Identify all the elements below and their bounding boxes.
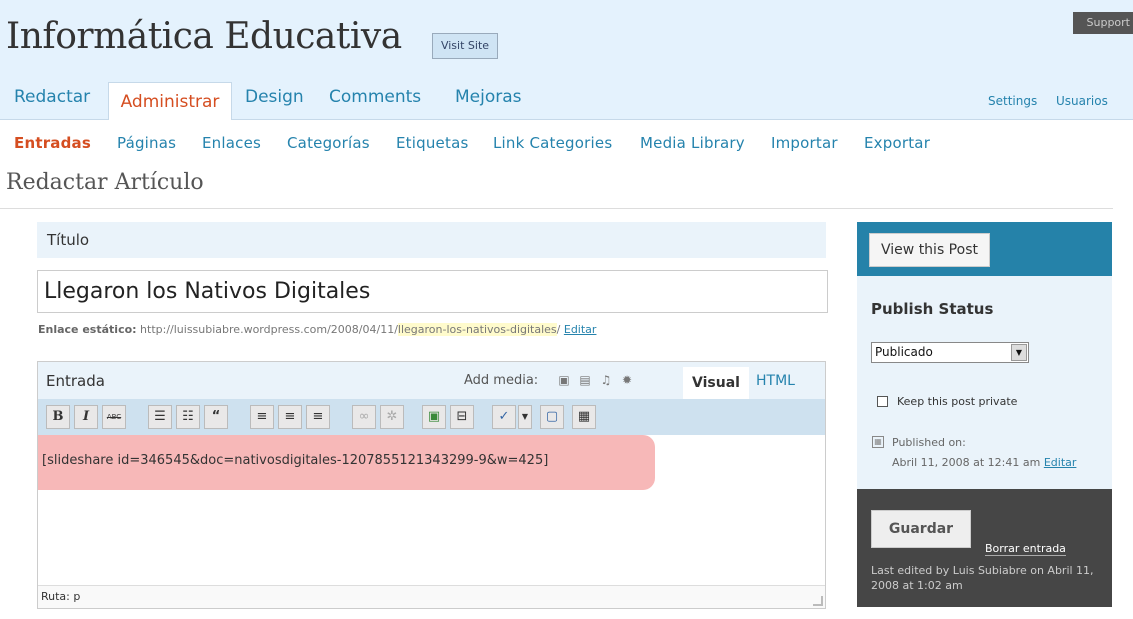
- permalink-edit-link[interactable]: Editar: [564, 323, 597, 336]
- subnav-media-library[interactable]: Media Library: [640, 134, 745, 152]
- subnav-exportar[interactable]: Exportar: [864, 134, 930, 152]
- status-select-value: Publicado: [875, 345, 933, 359]
- editor-text: [slideshare id=346545&doc=nativosdigital…: [42, 453, 549, 468]
- post-title-input[interactable]: Llegaron los Nativos Digitales: [37, 270, 828, 313]
- chevron-down-icon[interactable]: ▼: [518, 405, 532, 429]
- tab-html[interactable]: HTML: [756, 373, 795, 389]
- resize-grip-icon[interactable]: [813, 596, 823, 606]
- tab-design[interactable]: Design: [245, 87, 304, 107]
- link-icon[interactable]: ∞: [352, 405, 376, 429]
- add-image-icon[interactable]: ▣: [558, 374, 570, 386]
- editor-label: Entrada: [46, 372, 105, 390]
- save-button[interactable]: Guardar: [871, 510, 971, 548]
- bold-button[interactable]: B: [46, 405, 70, 429]
- divider: [0, 208, 1113, 209]
- align-left-icon[interactable]: ≡: [250, 405, 274, 429]
- published-on-label: Published on:: [892, 436, 966, 449]
- published-date-value: Abril 11, 2008 at 12:41 am: [892, 456, 1041, 469]
- title-box-header: Título: [37, 222, 826, 258]
- add-media-icon[interactable]: ✹: [621, 374, 633, 386]
- numbered-list-icon[interactable]: ☷: [176, 405, 200, 429]
- editor-content[interactable]: [slideshare id=346545&doc=nativosdigital…: [38, 435, 825, 585]
- tab-visual[interactable]: Visual: [683, 367, 749, 399]
- status-select[interactable]: Publicado ▼: [871, 342, 1029, 363]
- post-editor: Entrada Add media: ▣ ▤ ♫ ✹ Visual HTML B…: [37, 361, 826, 609]
- editor-path-bar: Ruta: p: [38, 585, 825, 608]
- view-post-button[interactable]: View this Post: [869, 233, 990, 267]
- permalink-slug: llegaron-los-nativos-digitales: [397, 323, 557, 336]
- permalink: Enlace estático: http://luissubiabre.wor…: [38, 323, 596, 336]
- published-date: Abril 11, 2008 at 12:41 am Editar: [892, 456, 1076, 469]
- unlink-icon[interactable]: ✲: [380, 405, 404, 429]
- spellcheck-icon[interactable]: ✓: [492, 405, 516, 429]
- blockquote-button[interactable]: “: [204, 405, 228, 429]
- align-right-icon[interactable]: ≡: [306, 405, 330, 429]
- chevron-down-icon[interactable]: ▼: [1011, 344, 1027, 361]
- strikethrough-button[interactable]: ABC: [102, 405, 126, 429]
- subnav-enlaces[interactable]: Enlaces: [202, 134, 261, 152]
- published-edit-link[interactable]: Editar: [1044, 456, 1077, 469]
- italic-button[interactable]: I: [74, 405, 98, 429]
- insert-image-icon[interactable]: ▣: [422, 405, 446, 429]
- calendar-icon: ▦: [872, 436, 884, 448]
- subnav-etiquetas[interactable]: Etiquetas: [396, 134, 468, 152]
- private-checkbox[interactable]: [877, 396, 888, 407]
- support-link[interactable]: Support: [1073, 12, 1133, 34]
- subnav-link-categories[interactable]: Link Categories: [493, 134, 612, 152]
- page-title: Redactar Artículo: [6, 170, 204, 195]
- last-edited-text: Last edited by Luis Subiabre on Abril 11…: [871, 564, 1094, 592]
- fullscreen-icon[interactable]: ▢: [540, 405, 564, 429]
- site-title: Informática Educativa: [6, 16, 402, 57]
- sidebar-publish-panel: Publish Status Publicado ▼ Keep this pos…: [857, 276, 1112, 489]
- publish-status-heading: Publish Status: [871, 300, 994, 318]
- add-video-icon[interactable]: ▤: [579, 374, 591, 386]
- subnav-paginas[interactable]: Páginas: [117, 134, 176, 152]
- editor-header: Entrada Add media: ▣ ▤ ♫ ✹ Visual HTML: [38, 362, 825, 399]
- sidebar-view-panel: View this Post: [857, 222, 1112, 276]
- delete-post-link[interactable]: Borrar entrada: [985, 542, 1066, 556]
- settings-link[interactable]: Settings: [988, 94, 1037, 108]
- align-center-icon[interactable]: ≡: [278, 405, 302, 429]
- more-tag-icon[interactable]: ⊟: [450, 405, 474, 429]
- tab-administrar[interactable]: Administrar: [108, 82, 232, 121]
- permalink-label: Enlace estático:: [38, 323, 137, 336]
- subnav-entradas[interactable]: Entradas: [14, 134, 91, 152]
- tab-redactar[interactable]: Redactar: [14, 87, 90, 107]
- sidebar-save-panel: Guardar Borrar entrada Last edited by Lu…: [857, 489, 1112, 607]
- tab-mejoras[interactable]: Mejoras: [455, 87, 522, 107]
- subnav-categorias[interactable]: Categorías: [287, 134, 370, 152]
- subnav-importar[interactable]: Importar: [771, 134, 838, 152]
- bullet-list-icon[interactable]: ☰: [148, 405, 172, 429]
- tab-comments[interactable]: Comments: [329, 87, 421, 107]
- permalink-trail: /: [556, 323, 561, 336]
- editor-toolbar: B I ABC ☰ ☷ “ ≡ ≡ ≡ ∞ ✲ ▣ ⊟ ✓ ▼ ▢ ▦: [38, 399, 825, 435]
- permalink-base: http://luissubiabre.wordpress.com/2008/0…: [140, 323, 398, 336]
- usuarios-link[interactable]: Usuarios: [1056, 94, 1108, 108]
- add-media-label: Add media:: [464, 373, 539, 388]
- add-audio-icon[interactable]: ♫: [600, 374, 612, 386]
- sub-nav: Entradas Páginas Enlaces Categorías Etiq…: [0, 120, 1133, 166]
- visit-site-button[interactable]: Visit Site: [432, 33, 498, 59]
- site-header: Informática Educativa Visit Site Support: [0, 0, 1133, 76]
- private-checkbox-label: Keep this post private: [897, 395, 1018, 408]
- main-nav: Redactar Administrar Design Comments Mej…: [0, 76, 1133, 121]
- kitchen-sink-icon[interactable]: ▦: [572, 405, 596, 429]
